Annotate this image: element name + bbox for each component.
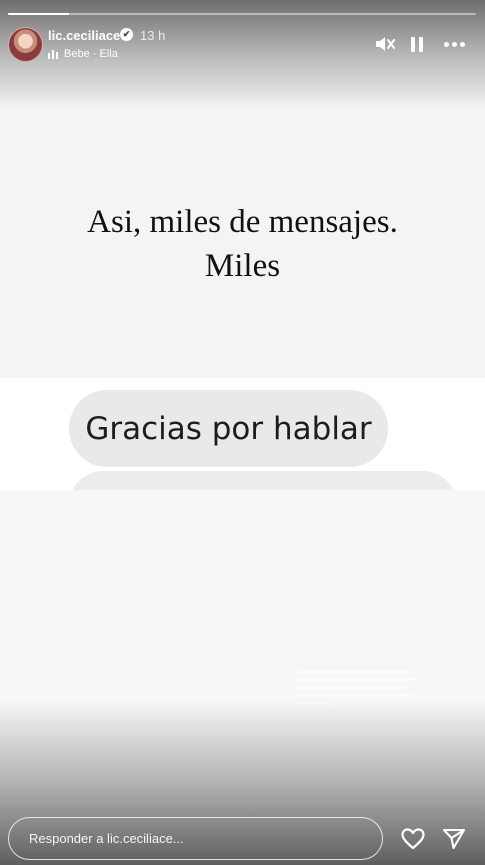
mute-icon[interactable] [374,33,396,55]
story-progress-fill [8,13,69,15]
send-icon[interactable] [441,826,467,852]
pause-icon[interactable] [408,33,426,55]
verified-icon: ✔ [120,28,133,41]
heart-icon[interactable] [400,826,426,852]
time-ago: 13 h [140,28,166,43]
more-icon[interactable] [441,33,467,55]
story-headline: Asi, miles de mensajes. Miles [0,200,485,288]
headline-line-2: Miles [204,248,281,284]
chat-bubble-text: Gracias por hablar [85,410,372,447]
username[interactable]: lic.ceciliace [48,28,120,43]
avatar[interactable] [8,27,43,62]
story-progress-bar [8,13,476,15]
song-label[interactable]: Bebe · Ella [64,48,118,60]
reply-input[interactable] [8,817,383,860]
headline-line-1: Asi, miles de mensajes. [87,204,398,240]
story-viewer: Asi, miles de mensajes. Miles Gracias po… [0,0,485,865]
music-bars-icon [48,50,60,59]
chat-bubble: Gracias por hablar [69,390,388,467]
